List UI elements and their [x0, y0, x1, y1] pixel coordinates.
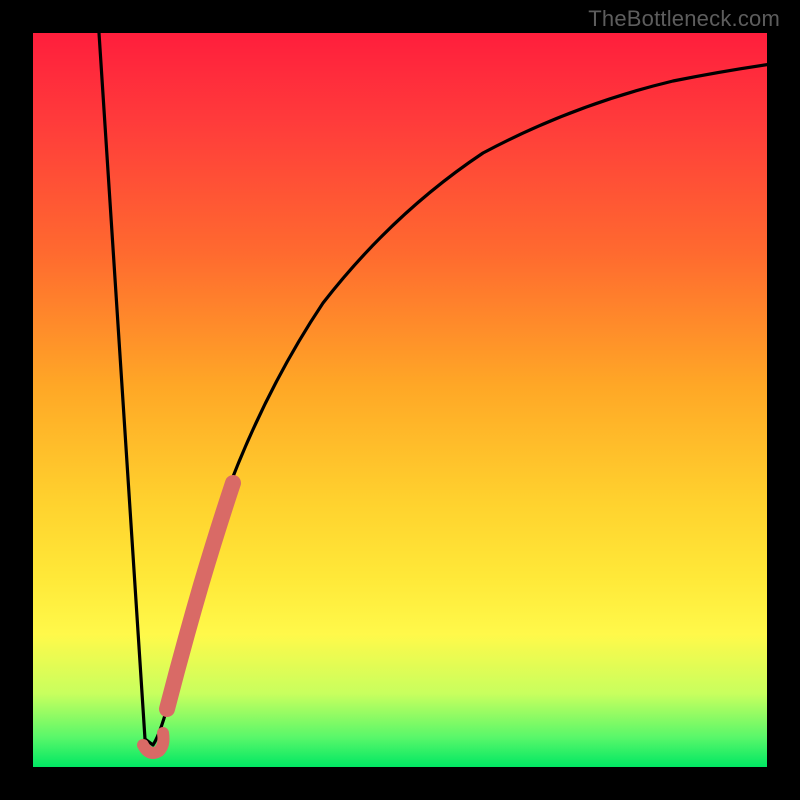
plot-area: [33, 33, 767, 767]
chart-frame: TheBottleneck.com: [0, 0, 800, 800]
highlight-segment: [167, 483, 233, 709]
watermark-text: TheBottleneck.com: [588, 6, 780, 32]
curve-path: [99, 33, 793, 745]
bottleneck-curve-svg: [33, 33, 767, 767]
